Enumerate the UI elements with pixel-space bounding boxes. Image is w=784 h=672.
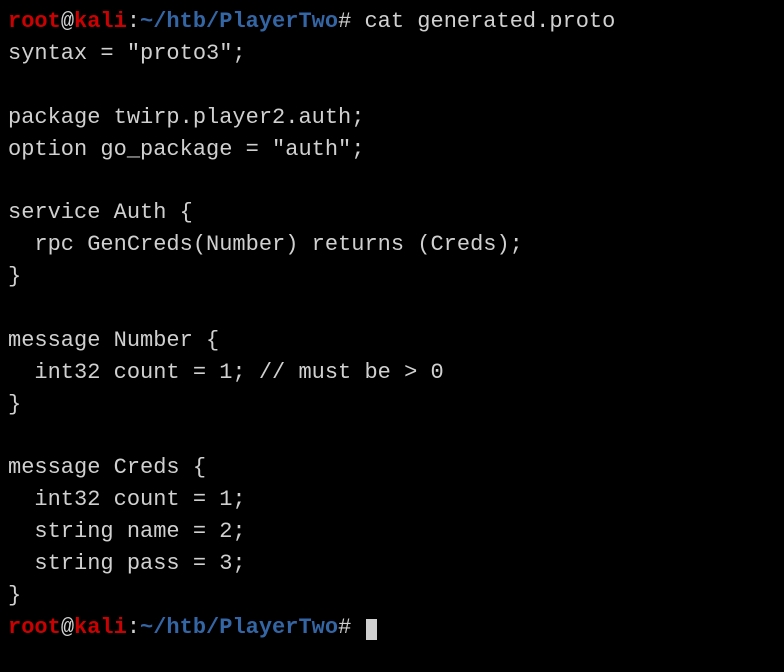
prompt-hash: # [338, 9, 351, 34]
file-line-6: service Auth { [8, 197, 776, 229]
file-line-5 [8, 165, 776, 197]
prompt-user: root [8, 9, 61, 34]
file-line-10: message Number { [8, 325, 776, 357]
file-line-13 [8, 421, 776, 453]
prompt-colon: : [127, 615, 140, 640]
file-line-4: option go_package = "auth"; [8, 134, 776, 166]
prompt-line-1: root@kali:~/htb/PlayerTwo# cat generated… [8, 6, 776, 38]
file-line-15: int32 count = 1; [8, 484, 776, 516]
file-line-17: string pass = 3; [8, 548, 776, 580]
file-line-9 [8, 293, 776, 325]
prompt-at: @ [61, 615, 74, 640]
file-line-18: } [8, 580, 776, 612]
cursor-icon [366, 619, 377, 640]
file-line-14: message Creds { [8, 452, 776, 484]
command-text: cat generated.proto [351, 9, 615, 34]
prompt-trailing [351, 615, 364, 640]
file-line-1: syntax = "proto3"; [8, 38, 776, 70]
file-line-8: } [8, 261, 776, 293]
prompt-at: @ [61, 9, 74, 34]
prompt-hash: # [338, 615, 351, 640]
file-line-16: string name = 2; [8, 516, 776, 548]
file-line-11: int32 count = 1; // must be > 0 [8, 357, 776, 389]
prompt-line-2[interactable]: root@kali:~/htb/PlayerTwo# [8, 612, 776, 644]
file-line-12: } [8, 389, 776, 421]
file-line-3: package twirp.player2.auth; [8, 102, 776, 134]
prompt-host: kali [74, 615, 127, 640]
file-line-2 [8, 70, 776, 102]
prompt-user: root [8, 615, 61, 640]
prompt-path: ~/htb/PlayerTwo [140, 615, 338, 640]
prompt-host: kali [74, 9, 127, 34]
file-line-7: rpc GenCreds(Number) returns (Creds); [8, 229, 776, 261]
terminal[interactable]: root@kali:~/htb/PlayerTwo# cat generated… [8, 6, 776, 644]
prompt-path: ~/htb/PlayerTwo [140, 9, 338, 34]
prompt-colon: : [127, 9, 140, 34]
